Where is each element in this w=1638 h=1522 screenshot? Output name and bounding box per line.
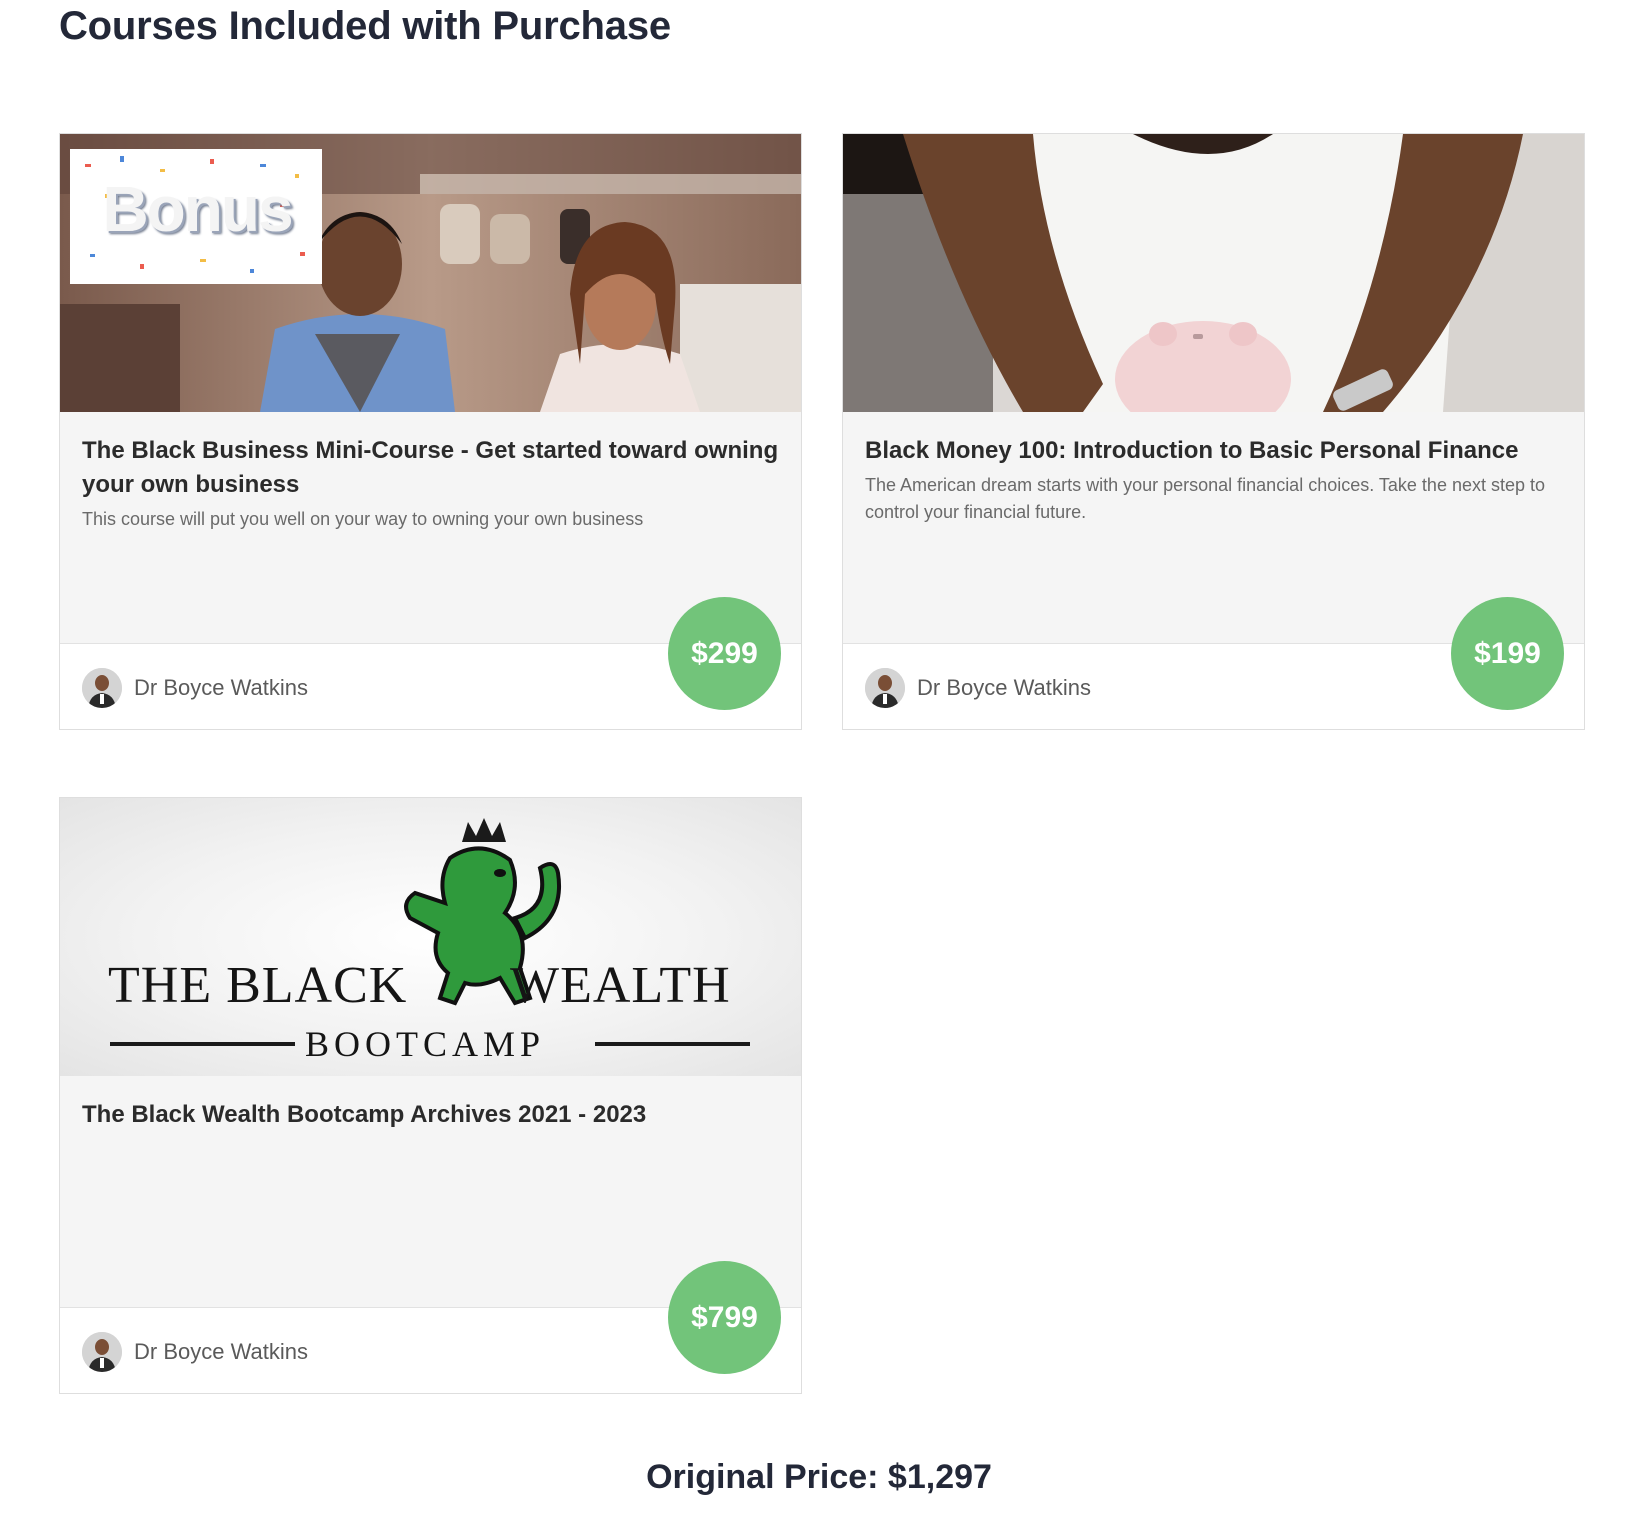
price-badge: $799 xyxy=(668,1261,781,1374)
course-card-black-wealth-bootcamp[interactable]: THE BLACK WEALTH BOOTCAMP The Black Weal… xyxy=(59,797,802,1394)
author-avatar xyxy=(82,668,122,708)
author-avatar-image xyxy=(82,668,122,708)
author-avatar xyxy=(865,668,905,708)
logo-text-wealth: WEALTH xyxy=(510,957,731,1014)
author-name: Dr Boyce Watkins xyxy=(917,675,1092,700)
course-description: This course will put you well on your wa… xyxy=(82,509,644,529)
course-card-black-money-100[interactable]: Black Money 100: Introduction to Basic P… xyxy=(842,133,1585,730)
price-badge: $199 xyxy=(1451,597,1564,710)
author-avatar xyxy=(82,1332,122,1372)
logo-text-the-black: THE BLACK xyxy=(108,957,408,1014)
course-image[interactable]: THE BLACK WEALTH BOOTCAMP xyxy=(60,798,801,1076)
piggy-bank-photo xyxy=(843,134,1584,412)
course-image[interactable] xyxy=(843,134,1584,412)
author-name: Dr Boyce Watkins xyxy=(134,675,309,700)
page-title: Courses Included with Purchase xyxy=(59,4,671,48)
bonus-label: Bonus xyxy=(102,173,293,245)
course-card-black-business[interactable]: Bonus The Black Business Mini-Course - G… xyxy=(59,133,802,730)
course-title[interactable]: Black Money 100: Introduction to Basic P… xyxy=(865,434,1562,468)
course-title[interactable]: The Black Wealth Bootcamp Archives 2021 … xyxy=(82,1098,779,1132)
original-price: Original Price: $1,297 xyxy=(646,1458,992,1496)
author-name: Dr Boyce Watkins xyxy=(134,1339,309,1364)
course-title[interactable]: The Black Business Mini-Course - Get sta… xyxy=(82,434,779,502)
price-badge: $299 xyxy=(668,597,781,710)
author-avatar-image xyxy=(865,668,905,708)
author-avatar-image xyxy=(82,1332,122,1372)
course-image[interactable]: Bonus xyxy=(60,134,801,412)
course-description: The American dream starts with your pers… xyxy=(865,475,1546,522)
logo-text-bootcamp: BOOTCAMP xyxy=(305,1024,546,1064)
